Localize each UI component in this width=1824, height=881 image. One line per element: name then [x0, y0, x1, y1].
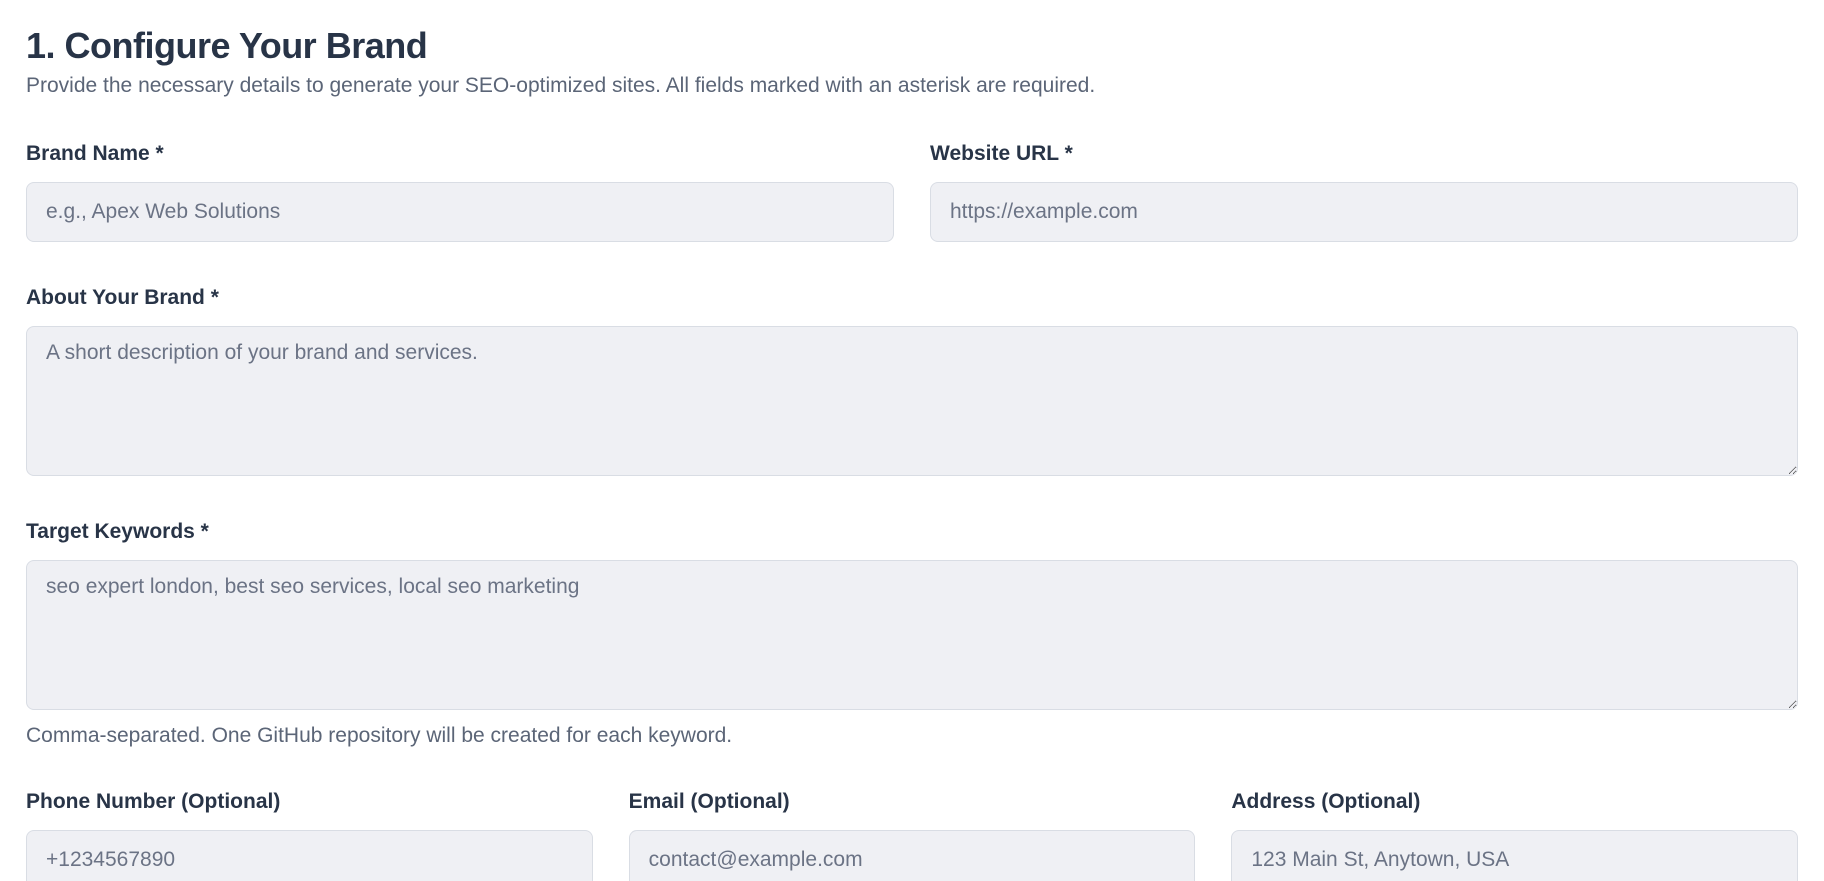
- website-url-group: Website URL *: [930, 140, 1798, 242]
- about-brand-textarea[interactable]: [26, 326, 1798, 476]
- contact-row: Phone Number (Optional) Email (Optional)…: [26, 788, 1799, 881]
- address-input[interactable]: [1231, 830, 1799, 881]
- phone-input[interactable]: [26, 830, 593, 881]
- phone-label: Phone Number (Optional): [26, 790, 281, 813]
- email-input[interactable]: [628, 830, 1196, 881]
- target-keywords-hint: Comma-separated. One GitHub repository w…: [26, 724, 733, 747]
- website-url-label: Website URL *: [930, 142, 1073, 165]
- about-brand-label: About Your Brand *: [26, 286, 219, 309]
- target-keywords-textarea[interactable]: [26, 560, 1798, 710]
- target-keywords-label: Target Keywords *: [26, 520, 209, 543]
- target-keywords-group: Target Keywords * Comma-separated. One G…: [26, 518, 1798, 750]
- email-label: Email (Optional): [628, 790, 790, 813]
- phone-group: Phone Number (Optional): [26, 788, 593, 881]
- website-url-input[interactable]: [930, 182, 1798, 242]
- page-title: 1. Configure Your Brand: [26, 25, 428, 66]
- brand-name-group: Brand Name *: [26, 140, 894, 242]
- brand-name-label: Brand Name *: [26, 142, 164, 165]
- about-brand-group: About Your Brand *: [26, 284, 1798, 476]
- brand-url-row: Brand Name * Website URL *: [26, 140, 1798, 242]
- page-subtitle: Provide the necessary details to generat…: [26, 74, 1096, 97]
- address-group: Address (Optional): [1231, 788, 1799, 881]
- address-label: Address (Optional): [1231, 790, 1421, 813]
- brand-name-input[interactable]: [26, 182, 894, 242]
- configure-brand-page: 1. Configure Your Brand Provide the nece…: [0, 0, 1824, 881]
- email-group: Email (Optional): [628, 788, 1196, 881]
